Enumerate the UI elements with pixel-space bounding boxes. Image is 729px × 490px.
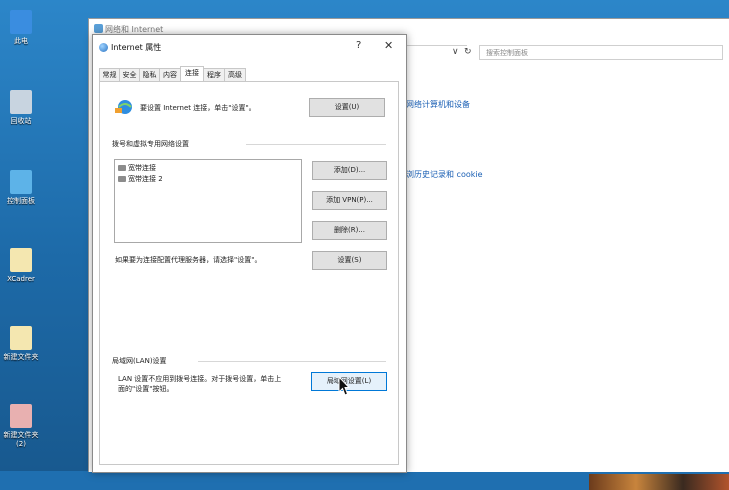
tab-content[interactable]: 内容 <box>159 68 181 81</box>
internet-properties-dialog: Internet 属性 ? ✕ 常规 安全 隐私 内容 连接 程序 高级 要设置… <box>92 34 407 473</box>
internet-globe-icon <box>99 43 108 52</box>
folder-icon <box>10 404 32 428</box>
tab-privacy[interactable]: 隐私 <box>139 68 160 81</box>
connection-icon <box>118 176 126 182</box>
desktop-icon-label: 此电 <box>14 37 28 45</box>
help-button[interactable]: ? <box>356 40 361 51</box>
mouse-cursor-icon <box>338 376 350 396</box>
desktop-icon-label: 控制面板 <box>7 197 35 205</box>
search-input[interactable]: 搜索控制面板 <box>479 45 723 60</box>
list-item[interactable]: 宽带连接 <box>118 163 156 173</box>
desktop-icon-label: XCadrer <box>7 275 35 283</box>
lan-section-label: 局域网(LAN)设置 <box>112 357 167 365</box>
recycle-bin-icon <box>10 90 32 114</box>
tab-security[interactable]: 安全 <box>119 68 140 81</box>
divider <box>198 361 386 362</box>
lan-description-line1: LAN 设置不应用到拨号连接。对于拨号设置，单击上 <box>118 375 282 383</box>
control-panel-icon <box>10 170 32 194</box>
setup-button[interactable]: 设置(U) <box>309 98 385 117</box>
connection-icon <box>118 165 126 171</box>
wallpaper-photo <box>589 474 729 490</box>
close-button[interactable]: ✕ <box>384 39 393 52</box>
internet-globe-icon <box>115 100 132 114</box>
list-item[interactable]: 宽带连接 2 <box>118 174 163 184</box>
folder-icon <box>10 326 32 350</box>
refresh-icon[interactable]: ↻ <box>464 47 472 57</box>
tab-general[interactable]: 常规 <box>99 68 120 81</box>
connections-list[interactable]: 宽带连接 宽带连接 2 <box>114 159 302 243</box>
desktop-icon-label: 新建文件夹 (2) <box>3 431 39 448</box>
remove-button[interactable]: 删除(R)... <box>312 221 387 240</box>
desktop-icon-new-folder[interactable]: 新建文件夹 <box>2 326 40 362</box>
settings-button[interactable]: 设置(S) <box>312 251 387 270</box>
desktop-icon-label: 新建文件夹 <box>3 353 39 361</box>
add-vpn-button[interactable]: 添加 VPN(P)... <box>312 191 387 210</box>
desktop-icon-label: 回收站 <box>10 117 32 125</box>
link-network-devices[interactable]: 网络计算机和设备 <box>406 99 470 110</box>
lan-description-line2: 面的"设置"按钮。 <box>118 385 174 393</box>
tab-connections[interactable]: 连接 <box>180 66 204 82</box>
dialog-title: Internet 属性 <box>111 43 162 52</box>
desktop-icon-xcadrer[interactable]: XCadrer <box>2 248 40 284</box>
connections-panel: 要设置 Internet 连接，单击"设置"。 设置(U) 拨号和虚拟专用网络设… <box>99 81 399 465</box>
control-panel-icon <box>94 24 103 33</box>
proxy-description: 如果要为连接配置代理服务器，请选择"设置"。 <box>115 256 262 264</box>
chevron-down-icon[interactable]: ∨ <box>452 47 459 57</box>
tab-programs[interactable]: 程序 <box>203 68 225 81</box>
desktop-icon-new-folder-2[interactable]: 新建文件夹 (2) <box>2 404 40 449</box>
computer-icon <box>10 10 32 34</box>
setup-description: 要设置 Internet 连接，单击"设置"。 <box>140 104 256 112</box>
add-button[interactable]: 添加(D)... <box>312 161 387 180</box>
divider <box>246 144 386 145</box>
tab-advanced[interactable]: 高级 <box>224 68 246 81</box>
desktop-icon-recycle-bin[interactable]: 回收站 <box>2 90 40 126</box>
link-history-cookies[interactable]: 浏历史记录和 cookie <box>406 169 483 180</box>
desktop-icon-this-pc[interactable]: 此电 <box>2 10 40 46</box>
desktop-icon-control-panel[interactable]: 控制面板 <box>2 170 40 206</box>
file-icon <box>10 248 32 272</box>
tab-bar: 常规 安全 隐私 内容 连接 程序 高级 <box>99 66 399 82</box>
dialup-section-label: 拨号和虚拟专用网络设置 <box>112 140 189 148</box>
